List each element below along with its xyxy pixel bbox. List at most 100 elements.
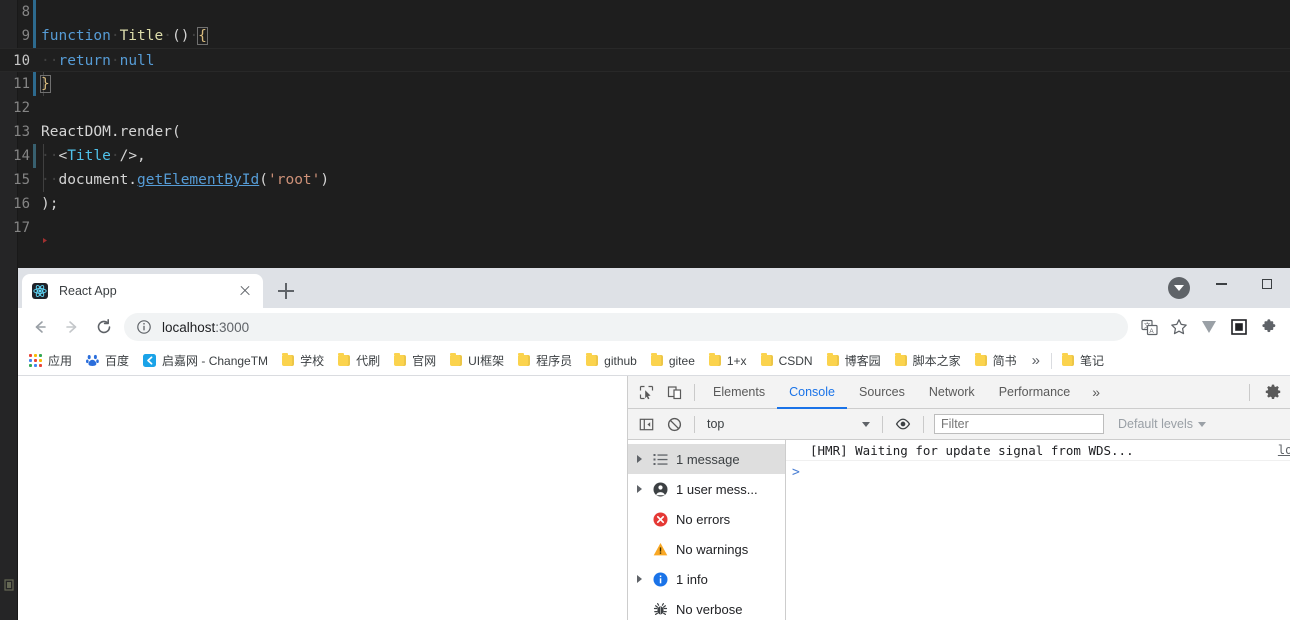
bookmark-item[interactable]: github — [579, 349, 644, 373]
console-filter-input[interactable] — [934, 414, 1104, 434]
bookmark-item[interactable]: gitee — [644, 349, 702, 373]
bookmark-item[interactable]: 百度 — [79, 349, 136, 373]
code-line-17[interactable]: 17 — [0, 216, 1290, 240]
bookmark-item[interactable]: 博客园 — [820, 349, 888, 373]
profile-avatar[interactable] — [1168, 277, 1190, 299]
folder-icon — [338, 353, 351, 366]
code-line-14[interactable]: 14 ··<Title·/>, — [0, 144, 1290, 168]
code-token: return — [58, 53, 111, 69]
code-token: 'root' — [268, 172, 321, 188]
bookmark-label: 简书 — [992, 354, 1017, 368]
console-sidebar-label: No verbose — [676, 601, 743, 617]
line-number: 13 — [13, 124, 30, 140]
console-sidebar-row-3[interactable]: No warnings — [628, 534, 785, 564]
code-line-15[interactable]: 15 ··document.getElementById('root') — [0, 168, 1290, 192]
gear-icon[interactable] — [1256, 379, 1290, 405]
devtools-tab-sources[interactable]: Sources — [847, 376, 917, 409]
forward-button[interactable] — [56, 311, 88, 343]
console-sidebar-row-4[interactable]: 1 info — [628, 564, 785, 594]
line-number: 11 — [13, 76, 30, 92]
bookmarks-overflow-button[interactable]: » — [1024, 352, 1048, 369]
code-token: ·· — [41, 148, 59, 164]
code-text: } — [40, 72, 51, 96]
bookmark-item[interactable]: 官网 — [387, 349, 443, 373]
minimize-button[interactable] — [1198, 268, 1244, 300]
code-token: · — [163, 28, 172, 44]
devtools-tab-console[interactable]: Console — [777, 376, 847, 409]
line-number: 10 — [13, 53, 30, 69]
bookmark-item[interactable]: 代刷 — [331, 349, 387, 373]
folder-icon — [1061, 353, 1074, 366]
bookmark-item[interactable]: 程序员 — [511, 349, 579, 373]
console-sidebar-label: 1 info — [676, 571, 708, 587]
line-number: 8 — [21, 4, 30, 20]
console-sidebar-row-1[interactable]: 1 user mess... — [628, 474, 785, 504]
divider — [694, 383, 695, 401]
browser-tab-react-app[interactable]: React App — [22, 274, 263, 308]
download-v-icon[interactable] — [1194, 312, 1224, 342]
console-sidebar-row-0[interactable]: 1 message — [628, 444, 785, 474]
code-line-8[interactable]: 8 — [0, 0, 1290, 24]
bookmark-item[interactable]: 1+x — [702, 349, 754, 373]
bookmark-item[interactable]: 学校 — [275, 349, 331, 373]
folder-icon — [518, 353, 531, 366]
devtools-tab-performance[interactable]: Performance — [987, 376, 1083, 409]
bookmark-star-icon[interactable] — [1164, 312, 1194, 342]
line-number: 12 — [13, 100, 30, 116]
bookmark-label: 官网 — [412, 354, 437, 368]
code-line-9[interactable]: 9 function·Title·()·{ — [0, 24, 1290, 48]
bookmark-label: 笔记 — [1079, 354, 1104, 368]
translate-icon[interactable]: 文 A — [1134, 312, 1164, 342]
bookmark-item[interactable]: 应用 — [22, 349, 79, 373]
js-context-select[interactable]: top — [701, 417, 876, 431]
address-bar[interactable]: localhost:3000 — [124, 313, 1128, 341]
devtools-tab-elements[interactable]: Elements — [701, 376, 777, 409]
line-number: 15 — [13, 172, 30, 188]
reader-square-icon[interactable] — [1224, 312, 1254, 342]
back-button[interactable] — [24, 311, 56, 343]
site-info-icon[interactable] — [136, 319, 152, 335]
devtools-tab-network[interactable]: Network — [917, 376, 987, 409]
code-line-10[interactable]: 10 ··return·null — [0, 48, 1290, 72]
bookmark-item[interactable]: 脚本之家 — [888, 349, 968, 373]
code-lines[interactable]: 8 9 function·Title·()·{10 ··return·null 11} 1… — [0, 0, 1290, 258]
react-favicon — [32, 283, 48, 299]
bookmark-item[interactable]: 笔记 — [1055, 349, 1111, 373]
console-prompt[interactable]: > — [786, 461, 1290, 483]
chevron-down-icon — [1198, 421, 1207, 427]
bookmark-item[interactable]: 简书 — [968, 349, 1024, 373]
reload-button[interactable] — [88, 311, 120, 343]
editor-strip-icon[interactable] — [2, 578, 16, 592]
bookmarks-bar: 应用 百度 启嘉网 - ChangeTM 学校 代刷 官网 UI框架 程序员 github git… — [18, 346, 1290, 376]
bookmark-label: 代刷 — [356, 354, 381, 368]
page-content-area[interactable] — [18, 376, 628, 620]
code-line-11[interactable]: 11} — [0, 72, 1290, 96]
bookmark-item[interactable]: CSDN — [754, 349, 820, 373]
clear-console-icon[interactable] — [660, 411, 688, 437]
maximize-button[interactable] — [1244, 268, 1290, 300]
new-tab-button[interactable] — [274, 279, 298, 303]
code-line-13[interactable]: 13 ReactDOM.render( — [0, 120, 1290, 144]
folder-icon — [826, 353, 839, 366]
device-toolbar-icon[interactable] — [660, 379, 688, 405]
live-expression-eye-icon[interactable] — [889, 411, 917, 437]
console-sidebar-row-5[interactable]: No verbose — [628, 594, 785, 620]
console-body: 1 message 1 user mess... No errors No warni… — [628, 440, 1290, 620]
inspect-element-icon[interactable] — [632, 379, 660, 405]
bookmark-item[interactable]: UI框架 — [443, 349, 511, 373]
tab-close-icon[interactable] — [237, 283, 253, 299]
extensions-puzzle-icon[interactable] — [1254, 312, 1284, 342]
code-token: null — [119, 53, 155, 69]
console-sidebar-row-2[interactable]: No errors — [628, 504, 785, 534]
more-panels-button[interactable]: » — [1082, 384, 1110, 400]
line-number: 17 — [13, 220, 30, 236]
log-levels-select[interactable]: Default levels — [1118, 417, 1207, 431]
console-output[interactable]: [HMR] Waiting for update signal from WDS… — [786, 440, 1290, 620]
console-message-row[interactable]: [HMR] Waiting for update signal from WDS… — [786, 440, 1290, 461]
code-line-12[interactable]: 12 — [0, 96, 1290, 120]
bookmark-label: 百度 — [105, 354, 130, 368]
console-message-source-link[interactable]: log.j — [1278, 443, 1290, 457]
console-sidebar-toggle-icon[interactable] — [632, 411, 660, 437]
code-line-16[interactable]: 16); — [0, 192, 1290, 216]
bookmark-item[interactable]: 启嘉网 - ChangeTM — [136, 349, 275, 373]
